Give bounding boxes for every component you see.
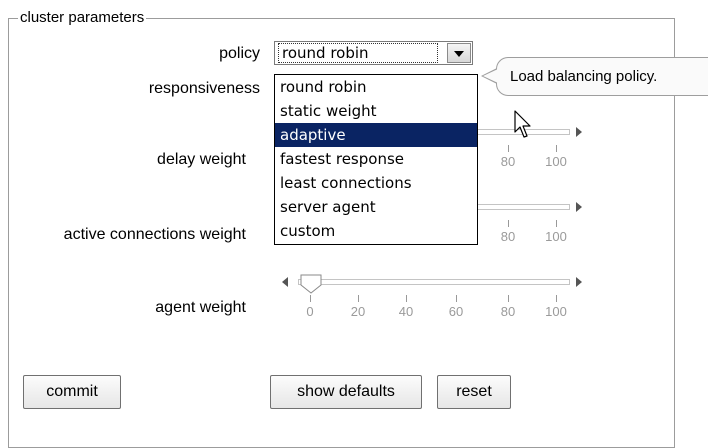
- delay-weight-label: delay weight: [157, 151, 246, 168]
- policy-label: policy: [219, 45, 260, 62]
- slider-tick: [508, 295, 509, 302]
- slider-right-arrow-icon[interactable]: [576, 277, 582, 287]
- policy-option-fastest-response[interactable]: fastest response: [275, 147, 477, 171]
- policy-option-server-agent[interactable]: server agent: [275, 195, 477, 219]
- slider-thumb-icon[interactable]: [300, 274, 322, 294]
- slider-tick-label: 80: [500, 154, 516, 169]
- dropdown-arrow-icon[interactable]: [447, 43, 471, 63]
- policy-select[interactable]: round robin: [274, 41, 473, 65]
- slider-right-arrow-icon[interactable]: [576, 202, 582, 212]
- slider-tick-label: 40: [398, 304, 414, 319]
- slider-tick: [456, 295, 457, 302]
- policy-option-round-robin[interactable]: round robin: [275, 75, 477, 99]
- policy-option-custom[interactable]: custom: [275, 219, 477, 243]
- slider-track[interactable]: [298, 279, 570, 285]
- slider-tick: [310, 295, 311, 302]
- slider-tick-label: 80: [500, 304, 516, 319]
- responsiveness-label: responsiveness: [148, 80, 260, 97]
- slider-tick-label: 20: [350, 304, 366, 319]
- policy-option-least-connections[interactable]: least connections: [275, 171, 477, 195]
- policy-option-adaptive[interactable]: adaptive: [275, 123, 477, 147]
- tooltip-pointer-fill: [483, 69, 498, 83]
- agent-weight-slider[interactable]: 0 20 40 60 80 100: [282, 274, 592, 324]
- slider-tick: [556, 220, 557, 227]
- policy-dropdown-list[interactable]: round robin static weight adaptive faste…: [274, 74, 478, 245]
- slider-tick: [556, 295, 557, 302]
- slider-left-arrow-icon[interactable]: [282, 277, 288, 287]
- slider-tick-label: 100: [545, 304, 567, 319]
- slider-tick-label: 80: [500, 229, 516, 244]
- policy-select-value: round robin: [278, 43, 438, 63]
- slider-right-arrow-icon[interactable]: [576, 127, 582, 137]
- slider-tick-label: 0: [306, 304, 314, 319]
- slider-tick: [508, 220, 509, 227]
- active-connections-weight-label: active connections weight: [63, 226, 246, 243]
- policy-tooltip: Load balancing policy.: [496, 57, 708, 96]
- slider-tick-label: 60: [448, 304, 464, 319]
- agent-weight-label: agent weight: [155, 299, 246, 316]
- mouse-pointer-icon: [514, 110, 531, 138]
- slider-tick: [508, 145, 509, 152]
- reset-button[interactable]: reset: [437, 375, 511, 409]
- slider-tick: [556, 145, 557, 152]
- commit-button[interactable]: commit: [23, 375, 121, 409]
- slider-tick-label: 100: [545, 154, 567, 169]
- slider-tick: [358, 295, 359, 302]
- policy-option-static-weight[interactable]: static weight: [275, 99, 477, 123]
- show-defaults-button[interactable]: show defaults: [270, 375, 422, 409]
- slider-tick-label: 100: [545, 229, 567, 244]
- slider-tick: [406, 295, 407, 302]
- fieldset-legend: cluster parameters: [18, 9, 147, 27]
